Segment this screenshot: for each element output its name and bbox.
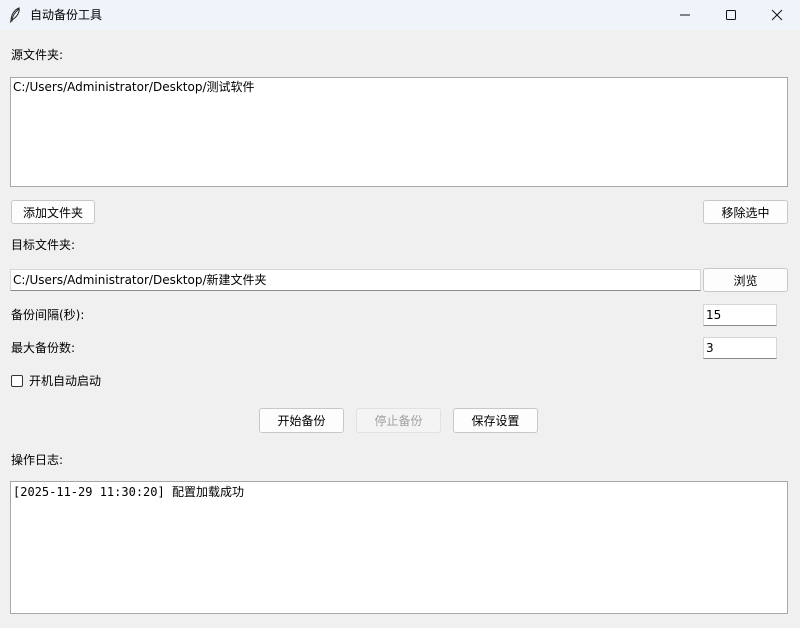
interval-label: 备份间隔(秒): xyxy=(11,308,85,322)
minimize-button[interactable] xyxy=(662,0,708,30)
log-label: 操作日志: xyxy=(11,453,64,467)
save-settings-button[interactable]: 保存设置 xyxy=(453,408,538,433)
source-folder-label: 源文件夹: xyxy=(11,48,64,62)
close-icon xyxy=(771,9,783,21)
title-bar[interactable]: 自动备份工具 xyxy=(0,0,800,30)
autostart-checkbox[interactable] xyxy=(11,375,23,387)
window-title: 自动备份工具 xyxy=(30,8,103,22)
feather-icon xyxy=(8,7,22,23)
minimize-icon xyxy=(679,9,691,21)
app-window: 自动备份工具 源文件夹: C:/Users/Administrator/Desk… xyxy=(0,0,800,628)
target-folder-input[interactable]: C:/Users/Administrator/Desktop/新建文件夹 xyxy=(10,269,701,291)
close-button[interactable] xyxy=(754,0,800,30)
remove-selected-button[interactable]: 移除选中 xyxy=(703,200,788,224)
maximize-button[interactable] xyxy=(708,0,754,30)
maximize-icon xyxy=(725,9,737,21)
source-folder-list[interactable]: C:/Users/Administrator/Desktop/测试软件 xyxy=(10,77,788,187)
add-folder-button[interactable]: 添加文件夹 xyxy=(11,200,95,224)
interval-input[interactable]: 15 xyxy=(703,304,777,326)
browse-button[interactable]: 浏览 xyxy=(703,268,788,292)
list-item[interactable]: C:/Users/Administrator/Desktop/测试软件 xyxy=(11,78,787,96)
autostart-label[interactable]: 开机自动启动 xyxy=(29,373,101,389)
log-line: [2025-11-29 11:30:20] 配置加载成功 xyxy=(13,485,244,499)
target-folder-label: 目标文件夹: xyxy=(11,238,76,252)
max-backups-label: 最大备份数: xyxy=(11,341,76,355)
start-backup-button[interactable]: 开始备份 xyxy=(259,408,344,433)
max-backups-input[interactable]: 3 xyxy=(703,337,777,359)
stop-backup-button[interactable]: 停止备份 xyxy=(356,408,441,433)
log-textarea[interactable]: [2025-11-29 11:30:20] 配置加载成功 xyxy=(10,481,788,614)
